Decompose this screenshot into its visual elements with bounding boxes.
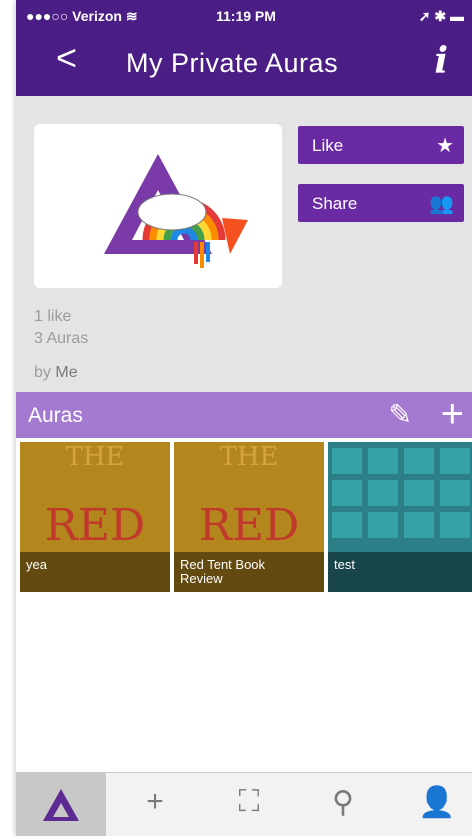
aura-logo-icon xyxy=(104,154,248,268)
tab-auras[interactable] xyxy=(16,773,106,836)
author-line: by Me xyxy=(34,364,78,382)
book-title-line: RED xyxy=(198,500,300,551)
auras-section-title: Auras xyxy=(28,404,83,427)
share-label: Share xyxy=(312,194,358,213)
aura-tile[interactable]: THE RED yea xyxy=(20,442,170,592)
tab-search[interactable]: ⚲ xyxy=(298,773,388,836)
plus-icon: + xyxy=(146,785,164,818)
tab-scan[interactable]: ⛶ xyxy=(204,773,294,836)
star-icon: ★ xyxy=(436,135,454,157)
clock: 11:19 PM xyxy=(216,8,276,24)
info-icon[interactable]: i xyxy=(434,40,448,82)
aura-detail: Like ★ Share 👥 1 like 3 Auras by Me xyxy=(16,96,472,392)
aura-logo-icon xyxy=(43,789,79,821)
profile-icon: 👤 xyxy=(418,786,456,819)
status-bar: ●●●○○ Verizon ≋ 11:19 PM ➚ ✱ ▬ xyxy=(16,0,472,28)
share-button[interactable]: Share 👥 xyxy=(298,184,464,222)
auras-grid: THE RED yea THE RED Red Tent Book Review… xyxy=(20,442,472,592)
auras-section-header: Auras ✎ + xyxy=(16,392,472,438)
tab-profile[interactable]: 👤 xyxy=(392,773,472,836)
aura-tile[interactable]: test xyxy=(328,442,472,592)
back-chevron-icon[interactable]: < xyxy=(56,40,77,76)
page-title: My Private Auras xyxy=(126,48,339,78)
book-title-line: THE xyxy=(65,442,125,472)
bottom-tab-bar: + ⛶ ⚲ 👤 xyxy=(16,772,472,836)
tab-add[interactable]: + xyxy=(110,773,200,836)
like-label: Like xyxy=(312,136,344,155)
book-title-line: THE xyxy=(219,442,279,472)
by-label: by xyxy=(34,364,51,381)
battery-icon: ➚ ✱ ▬ xyxy=(418,8,464,24)
aura-tile-caption: Red Tent Book Review xyxy=(174,552,324,592)
video-grid-thumbnail xyxy=(332,448,470,538)
author-name[interactable]: Me xyxy=(55,364,77,381)
aura-tile-caption: yea xyxy=(20,552,170,592)
like-button[interactable]: Like ★ xyxy=(298,126,464,164)
search-icon: ⚲ xyxy=(332,786,354,819)
likes-count: 1 like xyxy=(34,308,72,325)
scan-frame-icon: ⛶ xyxy=(238,785,260,818)
top-bar: ●●●○○ Verizon ≋ 11:19 PM ➚ ✱ ▬ < My Priv… xyxy=(16,0,472,96)
add-plus-icon[interactable]: + xyxy=(441,392,464,437)
book-title-line: RED xyxy=(44,500,146,551)
auras-count: 3 Auras xyxy=(34,330,89,347)
aura-tile[interactable]: THE RED Red Tent Book Review xyxy=(174,442,324,592)
aura-tile-caption: test xyxy=(328,552,472,592)
app-frame: ●●●○○ Verizon ≋ 11:19 PM ➚ ✱ ▬ < My Priv… xyxy=(16,0,472,836)
edit-pencil-icon[interactable]: ✎ xyxy=(389,398,412,431)
carrier-label: ●●●○○ Verizon ≋ xyxy=(26,8,138,24)
aura-thumbnail[interactable] xyxy=(34,124,282,288)
people-icon: 👥 xyxy=(429,193,454,215)
